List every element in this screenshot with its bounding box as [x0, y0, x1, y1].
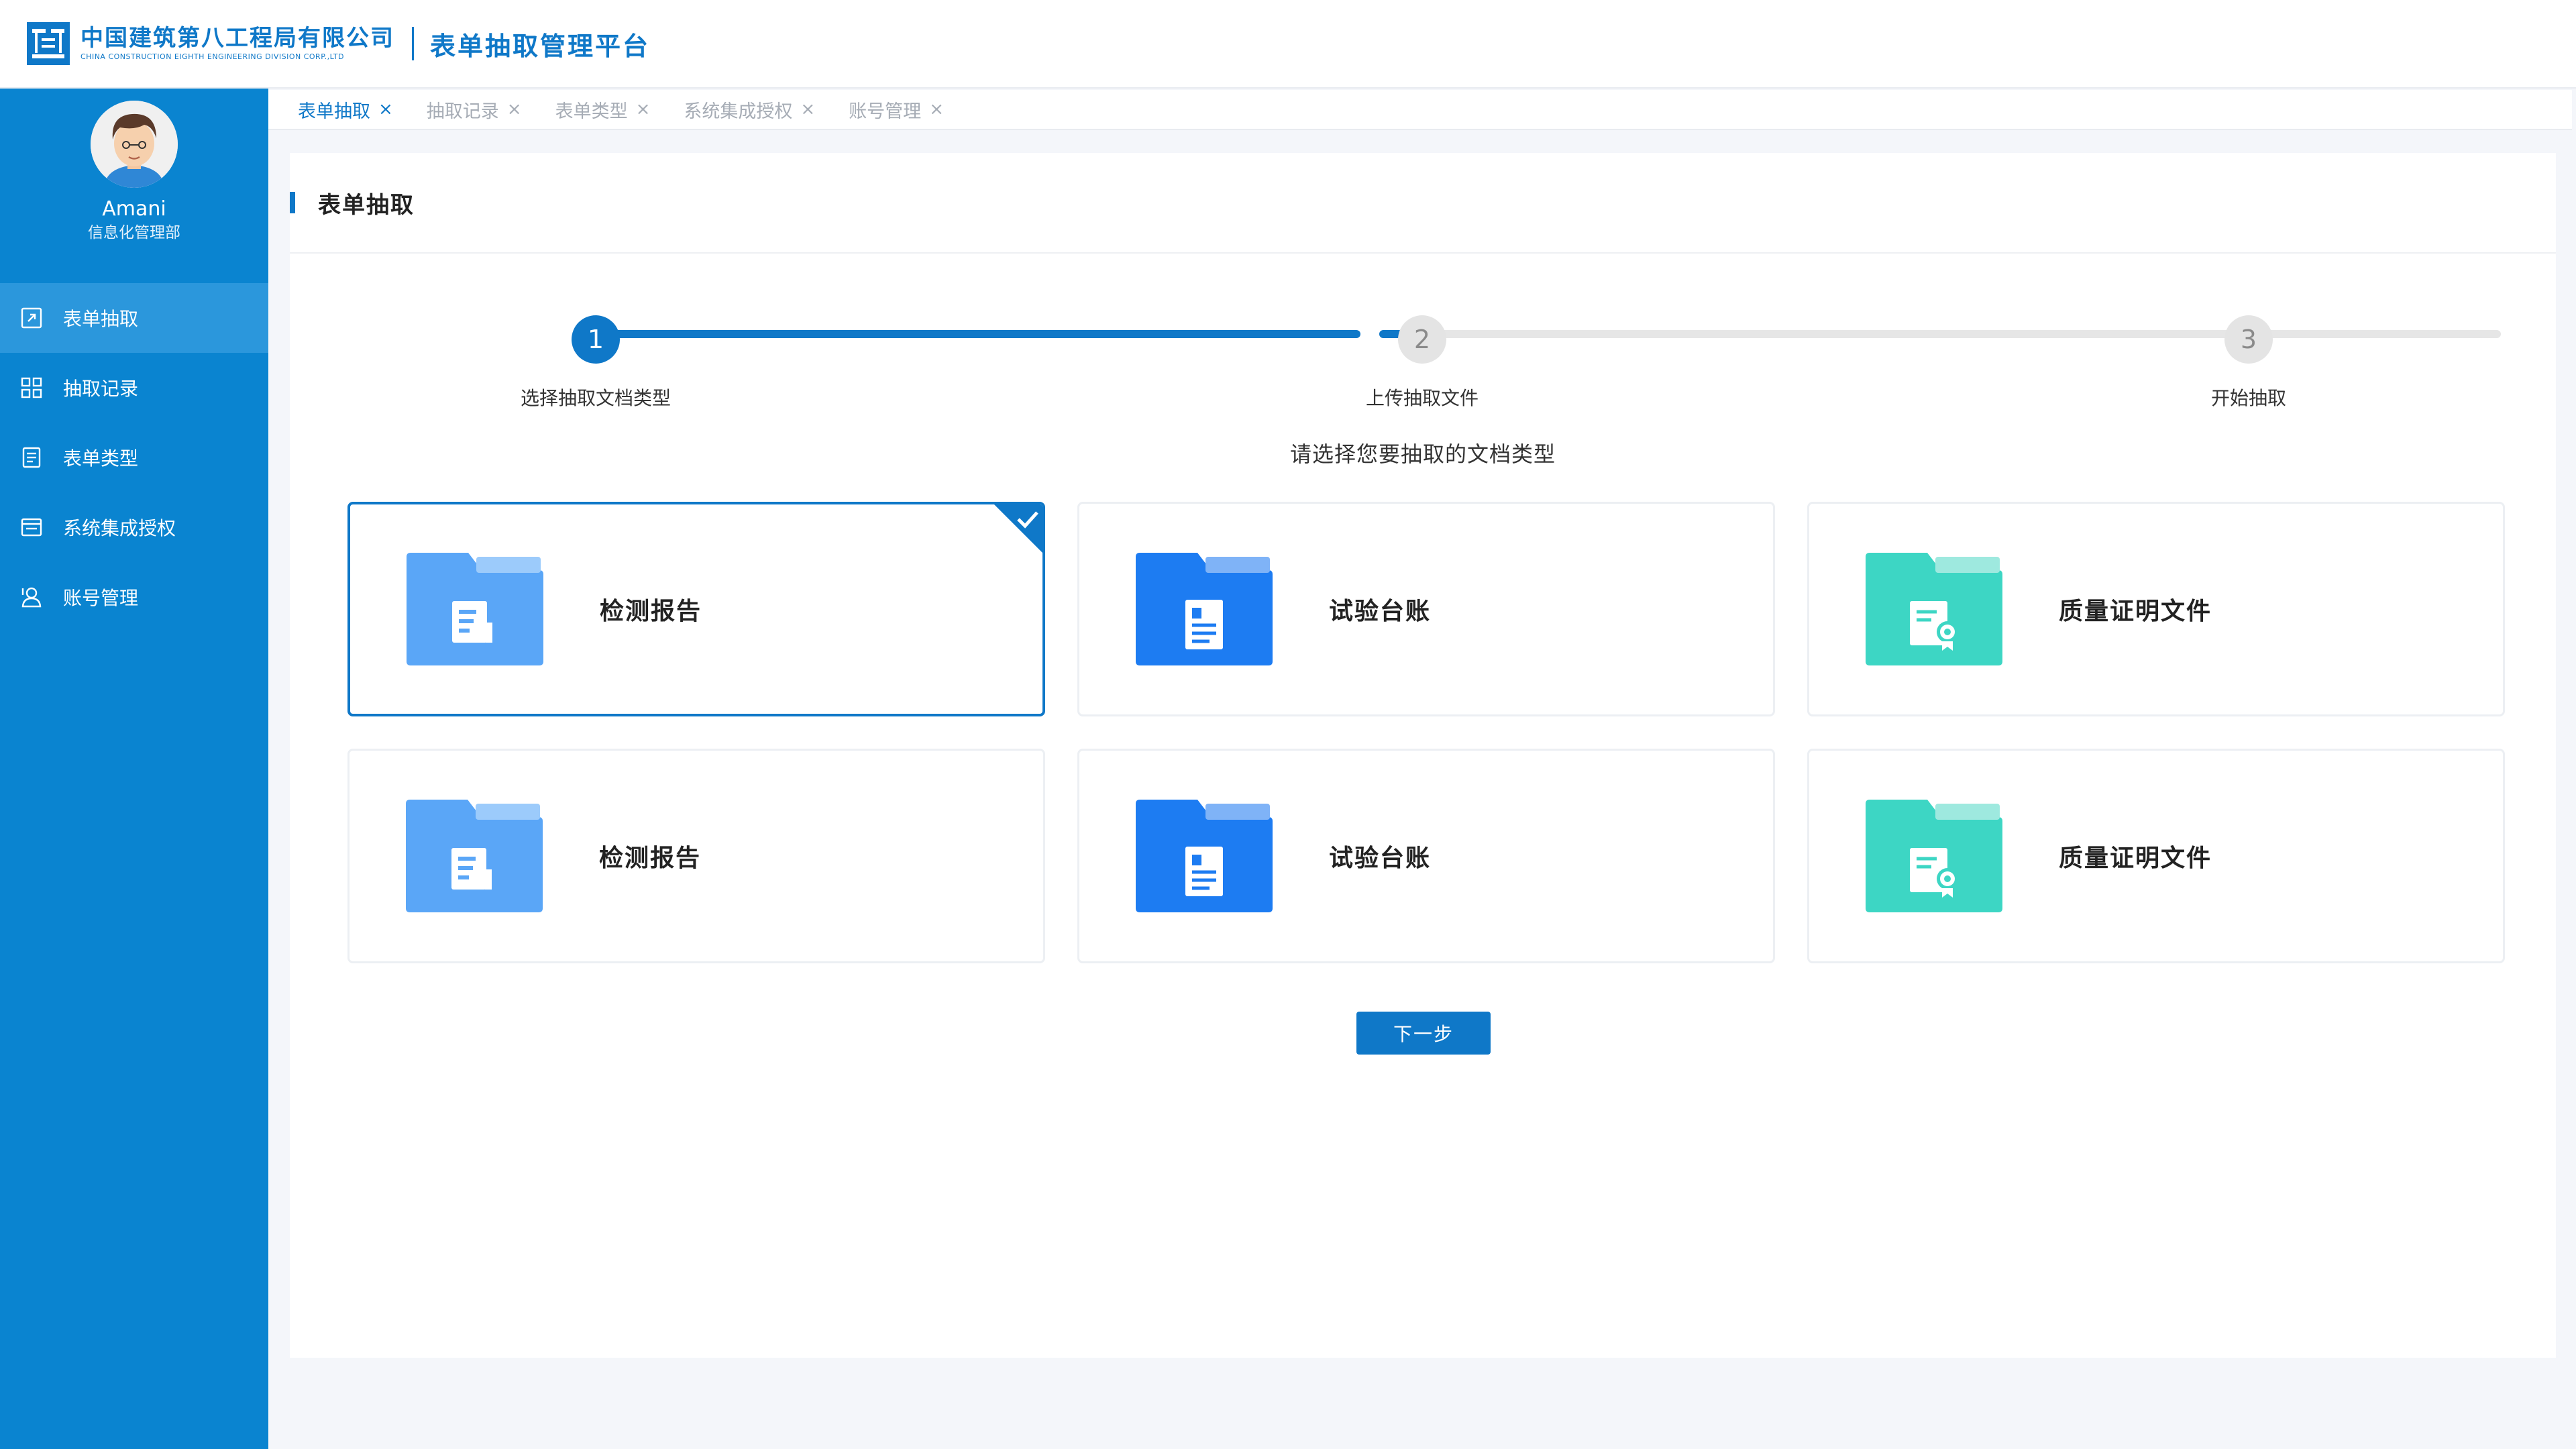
card-label: 质量证明文件 [2059, 845, 2212, 872]
company-name-en: CHINA CONSTRUCTION EIGHTH ENGINEERING DI… [80, 52, 344, 61]
step-1-dot: 1 [572, 315, 620, 364]
folder-ledger-icon [1136, 553, 1273, 665]
folder-certificate-icon [1866, 553, 2002, 665]
close-icon[interactable]: × [507, 101, 522, 118]
step-line-active [596, 330, 1360, 338]
sidebar: Amani 信息化管理部 表单抽取 抽取记录 表单类型 系统集成授权 账号管理 [0, 89, 268, 1449]
tab-label: 账号管理 [849, 101, 922, 122]
avatar-face-icon [91, 101, 178, 188]
sidebar-item-account-management[interactable]: 账号管理 [0, 562, 268, 632]
card-label: 检测报告 [599, 845, 702, 872]
step-line-inactive [1436, 330, 2501, 338]
sidebar-item-label: 表单类型 [63, 447, 139, 470]
sidebar-item-form-extract[interactable]: 表单抽取 [0, 283, 268, 353]
folder-report-icon [407, 553, 543, 665]
tab-label: 系统集成授权 [684, 101, 793, 122]
folder-certificate-icon [1866, 800, 2002, 912]
platform-title: 表单抽取管理平台 [430, 31, 651, 61]
doc-type-card-quality-certificate[interactable]: 质量证明文件 [1807, 502, 2505, 716]
close-icon[interactable]: × [800, 101, 815, 118]
tab-form-types[interactable]: 表单类型 × [555, 97, 651, 123]
step-1-label: 选择抽取文档类型 [520, 387, 672, 409]
folder-report-icon [406, 800, 543, 912]
page-title: 表单抽取 [318, 191, 415, 219]
step-3-dot: 3 [2224, 315, 2273, 364]
sidebar-item-label: 系统集成授权 [63, 517, 176, 539]
app-header: 中国建筑第八工程局有限公司 CHINA CONSTRUCTION EIGHTH … [0, 0, 2576, 89]
main-panel: 表单抽取 1 2 3 选择抽取文档类型 上传抽取文件 开始抽取 请选择您要抽取的… [290, 153, 2556, 1358]
title-accent-bar [290, 192, 295, 213]
tab-label: 表单类型 [555, 101, 628, 122]
tab-extract-records[interactable]: 抽取记录 × [427, 97, 522, 123]
user-manage-icon [20, 586, 43, 608]
panel-header: 表单抽取 [290, 153, 2556, 254]
avatar[interactable] [91, 101, 178, 188]
user-department: 信息化管理部 [88, 224, 180, 241]
sidebar-item-form-types[interactable]: 表单类型 [0, 423, 268, 492]
doc-type-card-inspection-report[interactable]: 检测报告 [347, 502, 1045, 716]
tab-bar: 表单抽取 × 抽取记录 × 表单类型 × 系统集成授权 × 账号管理 × [268, 90, 2572, 130]
sidebar-item-extract-records[interactable]: 抽取记录 [0, 353, 268, 423]
close-icon[interactable]: × [929, 101, 944, 118]
card-label: 质量证明文件 [2059, 598, 2212, 625]
doc-type-card-quality-certificate[interactable]: 质量证明文件 [1807, 749, 2505, 963]
document-list-icon [20, 446, 43, 469]
sidebar-item-label: 抽取记录 [63, 378, 139, 400]
user-name: Amani [102, 197, 166, 221]
tab-system-integration[interactable]: 系统集成授权 × [684, 97, 815, 123]
tab-label: 表单抽取 [298, 101, 370, 122]
window-icon [20, 516, 43, 539]
company-name: 中国建筑第八工程局有限公司 CHINA CONSTRUCTION EIGHTH … [80, 25, 394, 62]
card-label: 试验台账 [1329, 598, 1432, 625]
close-icon[interactable]: × [378, 101, 393, 118]
user-profile: Amani 信息化管理部 [0, 89, 268, 283]
header-divider [412, 27, 414, 60]
folder-ledger-icon [1136, 800, 1273, 912]
sidebar-item-label: 表单抽取 [63, 308, 139, 330]
close-icon[interactable]: × [636, 101, 651, 118]
step-3-label: 开始抽取 [2210, 387, 2287, 409]
card-label: 检测报告 [600, 598, 702, 625]
doc-type-card-test-ledger[interactable]: 试验台账 [1077, 502, 1775, 716]
tab-label: 抽取记录 [426, 101, 499, 122]
next-step-button[interactable]: 下一步 [1356, 1012, 1491, 1055]
company-name-cn: 中国建筑第八工程局有限公司 [80, 25, 394, 52]
doc-type-card-test-ledger[interactable]: 试验台账 [1077, 749, 1775, 963]
card-label: 试验台账 [1329, 845, 1432, 872]
company-logo-icon [27, 22, 70, 65]
sidebar-item-label: 账号管理 [63, 587, 139, 609]
form-extract-icon [20, 307, 43, 329]
tab-form-extract[interactable]: 表单抽取 × [298, 97, 393, 123]
checkmark-icon [994, 504, 1042, 553]
step-2-dot: 2 [1398, 315, 1446, 364]
sidebar-item-system-integration[interactable]: 系统集成授权 [0, 492, 268, 562]
tab-account-management[interactable]: 账号管理 × [849, 97, 944, 123]
step-progress: 1 2 3 选择抽取文档类型 上传抽取文件 开始抽取 [290, 301, 2556, 409]
doc-type-card-inspection-report[interactable]: 检测报告 [347, 749, 1045, 963]
grid-icon [20, 376, 43, 399]
step-2-label: 上传抽取文件 [1365, 387, 1479, 409]
choose-doc-type-prompt: 请选择您要抽取的文档类型 [1289, 441, 1556, 467]
